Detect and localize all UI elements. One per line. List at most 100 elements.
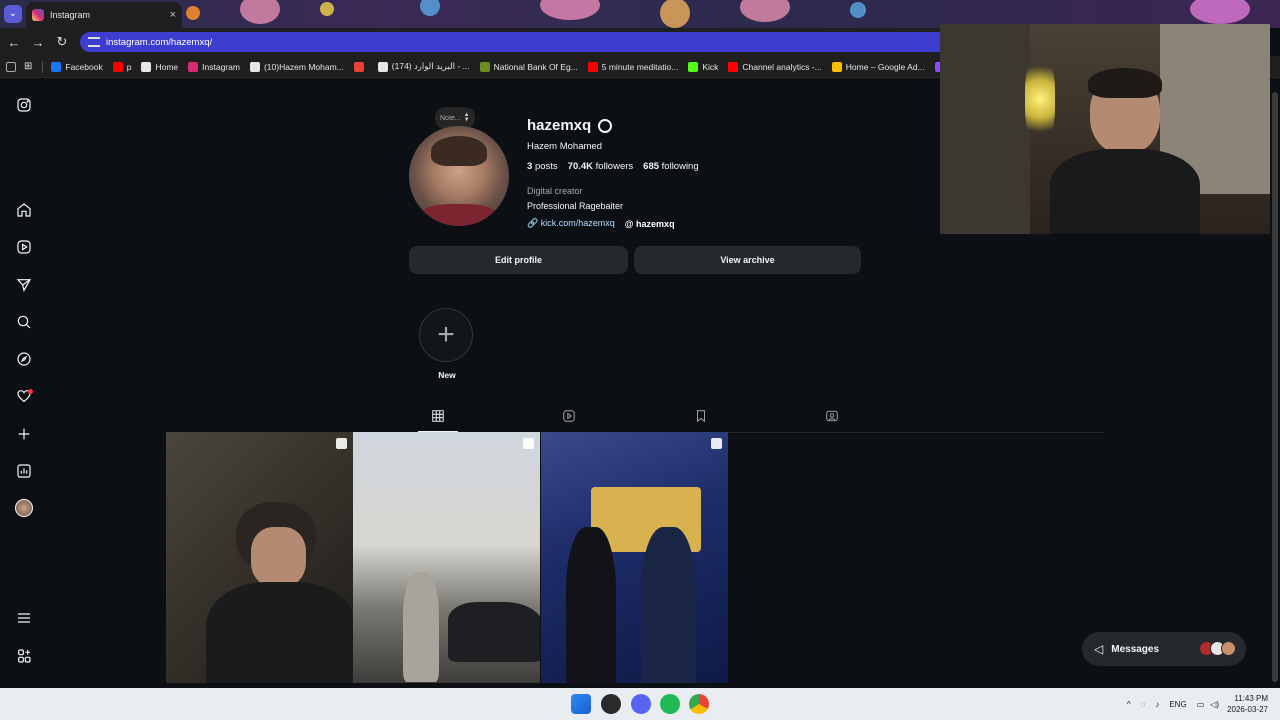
username-text: hazemxq: [527, 117, 592, 134]
clock-time: 11:43 PM: [1234, 694, 1268, 703]
bookmark-label: (174) البريد الوارد - ...: [391, 61, 470, 71]
clock[interactable]: 11:43 PM 2026-03-27: [1227, 693, 1268, 715]
post-thumbnail[interactable]: [353, 432, 540, 683]
wallpaper-shape: [420, 0, 440, 16]
instagram-favicon-icon: [32, 9, 44, 21]
bookmark-item[interactable]: Home: [141, 61, 178, 72]
reels-icon[interactable]: [15, 238, 33, 256]
also-from-meta-icon[interactable]: [15, 647, 33, 665]
post-thumbnail[interactable]: [166, 432, 353, 683]
volume-icon[interactable]: ◁): [1210, 700, 1219, 709]
instagram-logo-icon[interactable]: [15, 96, 33, 114]
bookmark-favicon-icon: [728, 61, 739, 72]
bookmark-item[interactable]: [353, 61, 368, 72]
display-icon[interactable]: ▭: [1197, 700, 1205, 709]
bookmark-item[interactable]: p: [112, 61, 132, 72]
external-link[interactable]: 🔗 kick.com/hazemxq: [527, 218, 615, 229]
direct-messages-icon[interactable]: [15, 276, 33, 294]
bookmark-label: 5 minute meditatio...: [601, 61, 679, 72]
edit-profile-button[interactable]: Edit profile: [409, 246, 628, 274]
bookmark-label: (10)Hazem Moham...: [263, 61, 344, 72]
threads-link[interactable]: @ hazemxq: [625, 219, 675, 229]
discord-icon[interactable]: [631, 694, 651, 714]
posts-stat: 3 posts: [527, 161, 558, 172]
bookmark-item[interactable]: (10)Hazem Moham...: [249, 61, 344, 72]
tab-search-icon[interactable]: ⌄: [4, 5, 22, 23]
scrollbar-thumb[interactable]: [1272, 92, 1278, 682]
new-tab-button[interactable]: [186, 6, 200, 20]
bookmark-item[interactable]: 5 minute meditatio...: [587, 61, 679, 72]
bookmark-item[interactable]: National Bank Of Eg...: [479, 61, 578, 72]
new-highlight-label: New: [438, 370, 456, 380]
microphone-icon[interactable]: ♪: [1155, 700, 1159, 709]
close-tab-icon[interactable]: ×: [170, 9, 176, 21]
bookmark-item[interactable]: (174) البريد الوارد - ...: [377, 61, 470, 72]
profile-avatar-nav[interactable]: [15, 499, 33, 517]
reload-icon[interactable]: ↻: [50, 34, 74, 50]
bookmark-favicon-icon: [587, 61, 598, 72]
bookmark-item[interactable]: Channel analytics -...: [728, 61, 822, 72]
spotify-icon[interactable]: [660, 694, 680, 714]
bookmark-favicon-icon: [188, 61, 199, 72]
divider: [42, 60, 44, 73]
profile-avatar[interactable]: [409, 126, 509, 226]
bookmark-label: National Bank Of Eg...: [493, 61, 578, 72]
home-icon[interactable]: [15, 201, 33, 219]
bookmark-favicon-icon: [353, 61, 364, 72]
profile-links: 🔗 kick.com/hazemxq @ hazemxq: [527, 218, 675, 229]
explore-icon[interactable]: [15, 350, 33, 368]
bookmark-favicon-icon: [688, 61, 699, 72]
back-icon[interactable]: ←: [2, 35, 26, 50]
forward-icon[interactable]: →: [26, 35, 50, 50]
chrome-icon[interactable]: [689, 694, 709, 714]
start-windows-icon[interactable]: [571, 694, 591, 714]
chevron-up-icon[interactable]: ^: [1127, 700, 1131, 709]
bookmark-item[interactable]: Facebook: [51, 61, 103, 72]
search-icon[interactable]: [15, 313, 33, 331]
create-plus-icon[interactable]: [15, 425, 33, 443]
instagram-sidebar: [0, 78, 48, 688]
site-settings-icon[interactable]: [88, 37, 100, 47]
apps-grid-icon[interactable]: ⊞: [24, 61, 32, 72]
obs-icon[interactable]: [601, 694, 621, 714]
address-bar-row: ← → ↻ instagram.com/hazemxq/: [0, 28, 940, 56]
dashboard-icon[interactable]: [15, 462, 33, 480]
reel-icon: [336, 438, 347, 449]
tab-reels[interactable]: [561, 408, 577, 424]
page-scrollbar[interactable]: [1270, 78, 1280, 688]
avatar: [1221, 641, 1236, 656]
webcam-overlay: [940, 24, 1270, 234]
bookmark-favicon-icon: [51, 61, 62, 72]
messages-button[interactable]: ◁ Messages: [1082, 632, 1246, 666]
view-archive-button[interactable]: View archive: [634, 246, 861, 274]
new-highlight-button[interactable]: +: [419, 308, 473, 362]
url-input[interactable]: instagram.com/hazemxq/: [80, 32, 940, 52]
profile-bio: Professional Ragebaiter: [527, 201, 624, 211]
followers-stat[interactable]: 70.4K followers: [568, 161, 634, 172]
bookmark-item[interactable]: Kick: [688, 61, 719, 72]
notification-dot: [28, 389, 33, 394]
tab-instagram[interactable]: Instagram ×: [26, 2, 182, 28]
post-thumbnail[interactable]: [541, 432, 728, 683]
more-menu-icon[interactable]: [15, 609, 33, 627]
settings-gear-icon[interactable]: [598, 118, 613, 133]
bookmark-label: Kick: [702, 61, 719, 72]
wallpaper-shape: [850, 2, 866, 18]
wallpaper-shape: [240, 0, 280, 24]
clock-date: 2026-03-27: [1227, 705, 1268, 714]
bookmark-item[interactable]: Home – Google Ad...: [831, 61, 925, 72]
profile-full-name: Hazem Mohamed: [527, 141, 602, 152]
following-stat[interactable]: 685 following: [643, 161, 698, 172]
threads-icon: @: [624, 218, 634, 229]
profile-stats: 3 posts 70.4K followers 685 following: [527, 161, 699, 172]
bookmark-item[interactable]: Instagram: [188, 61, 240, 72]
tab-posts-grid[interactable]: [430, 408, 446, 424]
tab-tagged[interactable]: [824, 408, 840, 424]
wallpaper-shape: [540, 0, 600, 20]
tab-saved[interactable]: [693, 408, 709, 424]
messages-label: Messages: [1111, 643, 1160, 655]
network-icon[interactable]: ◌: [1141, 700, 1146, 709]
sidebar-toggle-icon[interactable]: [6, 61, 16, 72]
language-indicator[interactable]: ENG: [1169, 700, 1186, 709]
bookmark-label: p: [126, 61, 132, 72]
